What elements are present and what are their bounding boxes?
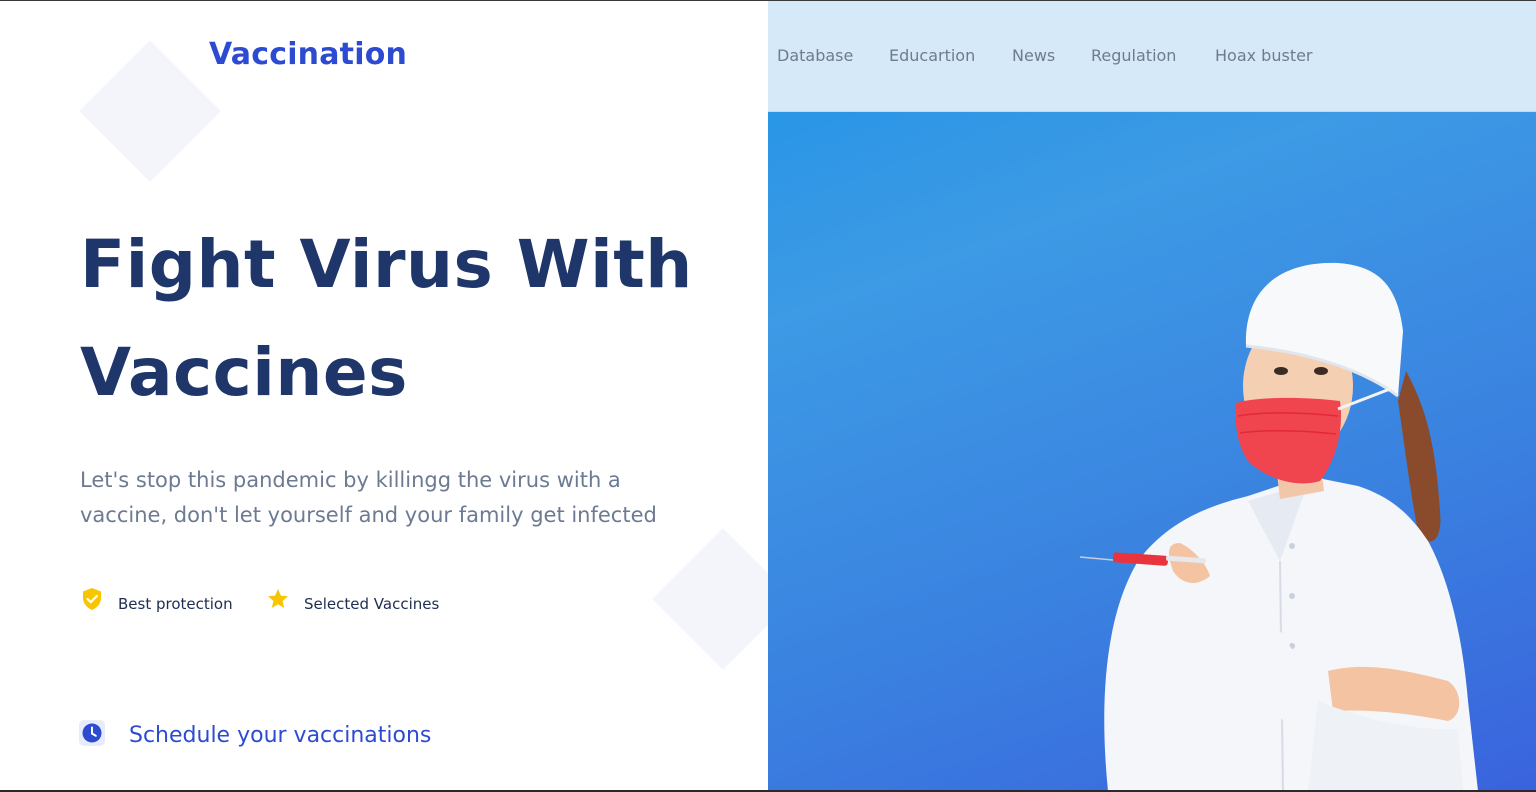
nav-item-news[interactable]: News [1012,46,1055,65]
nav-item-hoax-buster[interactable]: Hoax buster [1215,46,1313,65]
decorative-diamond [79,40,221,182]
feature-label: Best protection [118,595,233,613]
shield-check-icon [80,587,104,611]
feature-label: Selected Vaccines [304,595,440,613]
hero-subtitle-line-1: Let's stop this pandemic by killingg the… [80,468,621,492]
hero-title: Fight Virus With Vaccines [80,211,720,427]
feature-best-protection: Best protection [80,585,233,613]
nav-item-database[interactable]: Database [777,46,853,65]
schedule-label: Schedule your vaccinations [129,723,432,748]
star-icon [266,587,290,611]
hero-left-panel: Vaccination Fight Virus With Vaccines Le… [0,1,768,790]
hero-title-line-2: Vaccines [80,334,408,411]
nav-item-regulation[interactable]: Regulation [1091,46,1176,65]
top-navigation: Database Educartion News Regulation Hoax… [768,1,1536,112]
hero-subtitle: Let's stop this pandemic by killingg the… [80,463,720,533]
schedule-vaccinations-link[interactable]: Schedule your vaccinations [78,717,431,748]
nurse-with-syringe-image [1079,262,1478,790]
brand-logo[interactable]: Vaccination [209,37,407,72]
hero-image-panel: Database Educartion News Regulation Hoax… [768,1,1536,790]
decorative-diamond [652,528,768,670]
nav-item-education[interactable]: Educartion [889,46,975,65]
hero-subtitle-line-2: vaccine, don't let yourself and your fam… [80,503,657,527]
feature-selected-vaccines: Selected Vaccines [266,585,439,613]
clock-icon [78,719,106,747]
hero-title-line-1: Fight Virus With [80,226,693,303]
